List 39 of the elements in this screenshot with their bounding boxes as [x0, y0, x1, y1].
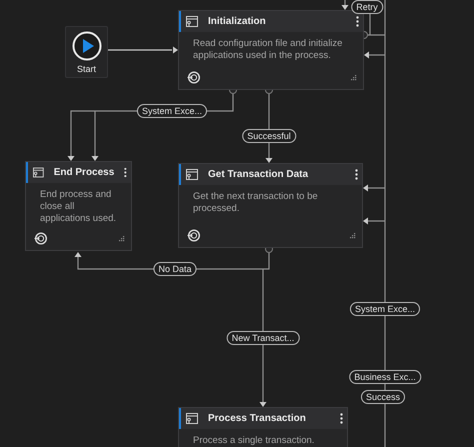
window-icon — [33, 167, 44, 178]
state-card[interactable]: End Process End process and close all applications used. — [25, 161, 132, 251]
transition-arrow — [108, 46, 178, 54]
more-icon[interactable] — [124, 167, 127, 178]
transition-label[interactable]: No Data — [153, 262, 197, 276]
state-title: Process Transaction — [208, 413, 307, 424]
state-card[interactable]: Process Transaction Process a single transaction. — [178, 407, 348, 447]
transition-label[interactable]: Successful — [242, 129, 296, 143]
window-icon — [186, 16, 198, 27]
transition-label[interactable]: Retry — [351, 0, 383, 14]
state-title: End Process — [54, 167, 114, 178]
transition-label[interactable]: System Exce... — [350, 302, 420, 316]
state-description: End process and close all applications used. — [39, 188, 118, 225]
more-icon[interactable] — [355, 169, 358, 180]
transition-label[interactable]: System Exce... — [136, 104, 208, 118]
state-card[interactable]: Get Transaction Data Get the next transaction to be processed. — [178, 163, 363, 248]
start-node[interactable]: Start — [65, 26, 108, 78]
state-description: Read configuration file and initialize applications used in the process. — [192, 37, 344, 62]
entry-icon[interactable] — [187, 229, 200, 242]
transition-label[interactable]: Success — [361, 390, 405, 404]
transition-arrow — [342, 0, 348, 10]
window-icon — [186, 169, 198, 180]
resize-grip-icon[interactable] — [118, 235, 125, 242]
entry-icon[interactable] — [34, 232, 47, 245]
state-card[interactable]: Initialization Read configuration file and initialize applications used in the process. — [178, 10, 364, 90]
play-icon — [72, 31, 102, 61]
transition-label[interactable]: Business Exc... — [349, 370, 421, 384]
state-description: Process a single transaction. — [192, 434, 316, 447]
start-label: Start — [76, 64, 96, 74]
state-description: Get the next transaction to be processed. — [192, 190, 319, 215]
more-icon[interactable] — [356, 16, 359, 27]
resize-grip-icon[interactable] — [349, 232, 356, 239]
window-icon — [186, 413, 198, 424]
more-icon[interactable] — [340, 413, 343, 424]
state-title: Get Transaction Data — [208, 169, 310, 180]
entry-icon[interactable] — [187, 71, 200, 84]
state-title: Initialization — [208, 16, 267, 27]
resize-grip-icon[interactable] — [350, 74, 357, 81]
transition-label[interactable]: New Transact... — [226, 331, 300, 345]
